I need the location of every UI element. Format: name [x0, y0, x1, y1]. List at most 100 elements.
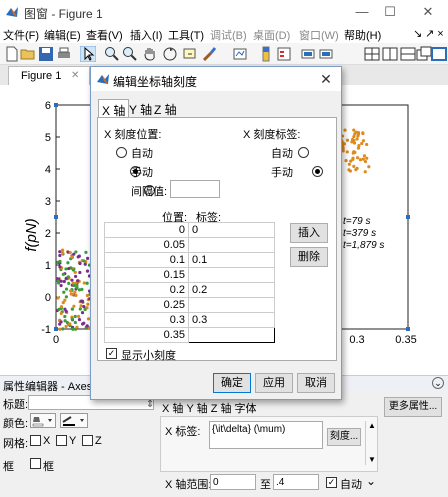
- tick-row[interactable]: 0.25: [104, 297, 275, 313]
- menu-edit[interactable]: 编辑(E): [44, 27, 81, 43]
- tick-label-cell[interactable]: [188, 327, 275, 343]
- tick-position-cell[interactable]: 0.15: [104, 267, 189, 283]
- x-label-input[interactable]: {\it\delta} (\mum): [209, 421, 323, 449]
- window-close-button[interactable]: ✕: [414, 2, 442, 22]
- label-manual-radio[interactable]: [312, 165, 324, 177]
- more-properties-button[interactable]: 更多属性...: [384, 397, 442, 417]
- delete-button[interactable]: 删除: [290, 247, 328, 267]
- position-auto-radio[interactable]: [116, 146, 127, 158]
- fill-color-picker[interactable]: [30, 413, 56, 428]
- tick-row[interactable]: 0.3 0.3: [104, 312, 275, 328]
- tick-row[interactable]: 0.35: [104, 327, 275, 343]
- auto-range-checkbox[interactable]: ✓: [326, 477, 337, 488]
- scatter-point: [58, 259, 62, 263]
- zoom-in-icon[interactable]: [104, 46, 120, 62]
- apply-button[interactable]: 应用: [255, 373, 293, 393]
- scatter-point: [80, 310, 85, 315]
- ok-button[interactable]: 确定: [213, 373, 251, 393]
- figure-tab[interactable]: Figure 1 ✕: [8, 66, 90, 85]
- tick-position-cell[interactable]: 0.1: [104, 252, 189, 268]
- menu-window[interactable]: 窗口(W): [299, 27, 339, 43]
- tick-position-cell[interactable]: 0.05: [104, 237, 189, 253]
- edit-plot-pointer-icon[interactable]: [80, 46, 96, 62]
- minimize-button[interactable]: —: [348, 2, 376, 22]
- link-plot-icon[interactable]: [232, 46, 248, 62]
- axis-tabs[interactable]: X 轴 Y 轴 Z 轴 字体: [162, 400, 257, 416]
- auto-range-dropdown-icon[interactable]: ⌄: [366, 474, 376, 488]
- x-range-min-input[interactable]: [210, 474, 256, 490]
- cancel-button[interactable]: 取消: [297, 373, 335, 393]
- menu-desktop[interactable]: 桌面(D): [253, 27, 290, 43]
- tick-position-cell[interactable]: 0.2: [104, 282, 189, 298]
- tab-z-axis[interactable]: Z 轴: [151, 99, 180, 117]
- menu-help[interactable]: 帮助(H): [344, 27, 381, 43]
- scatter-point: [63, 307, 67, 311]
- print-icon[interactable]: [56, 46, 72, 62]
- tick-label-cell[interactable]: 0.3: [188, 312, 275, 328]
- x-range-max-input[interactable]: [273, 474, 319, 490]
- tile-layout-icon[interactable]: [364, 46, 380, 62]
- brush-icon[interactable]: [202, 46, 218, 62]
- show-minor-ticks-checkbox[interactable]: ✓: [106, 348, 117, 359]
- tick-row[interactable]: 00: [104, 222, 275, 238]
- tick-label-cell[interactable]: [188, 237, 275, 253]
- open-folder-icon[interactable]: [20, 46, 36, 62]
- tick-label-cell[interactable]: [188, 297, 275, 313]
- grid-y-checkbox[interactable]: [56, 435, 67, 446]
- splitter-handle-icon[interactable]: ⇕: [146, 399, 154, 410]
- tick-position-cell[interactable]: 0.35: [104, 327, 189, 343]
- menu-insert[interactable]: 插入(I): [130, 27, 162, 43]
- scroll-up-icon[interactable]: ▲: [368, 421, 376, 430]
- left-right-layout-icon[interactable]: [382, 46, 398, 62]
- insert-button[interactable]: 插入: [290, 223, 328, 243]
- scatter-point: [354, 168, 358, 172]
- scrollbar[interactable]: ▲ ▼: [365, 421, 377, 465]
- maximize-layout-icon[interactable]: [431, 46, 447, 62]
- menu-view[interactable]: 查看(V): [86, 27, 123, 43]
- tick-position-cell[interactable]: 0.3: [104, 312, 189, 328]
- tick-label-cell[interactable]: 0.1: [188, 252, 275, 268]
- tab-x-axis[interactable]: X 轴: [98, 99, 130, 118]
- scroll-down-icon[interactable]: ▼: [368, 455, 376, 464]
- pan-hand-icon[interactable]: [142, 46, 158, 62]
- save-icon[interactable]: [38, 46, 54, 62]
- hide-plot-tools-icon[interactable]: [300, 46, 316, 62]
- box-checkbox[interactable]: [30, 458, 41, 469]
- tick-row[interactable]: 0.05: [104, 237, 275, 253]
- tick-row[interactable]: 0.2 0.2: [104, 282, 275, 298]
- zoom-out-icon[interactable]: [122, 46, 138, 62]
- tick-label-cell[interactable]: [188, 267, 275, 283]
- tick-position-cell[interactable]: 0: [104, 222, 189, 238]
- rotate-3d-icon[interactable]: [162, 46, 178, 62]
- insert-colorbar-icon[interactable]: [258, 46, 274, 62]
- label-auto-radio[interactable]: [298, 146, 310, 158]
- ticks-button[interactable]: 刻度...: [327, 428, 361, 446]
- maximize-button[interactable]: ☐: [376, 2, 404, 22]
- grid-x-checkbox[interactable]: [30, 435, 41, 446]
- dock-arrow-icon[interactable]: ↘: [413, 27, 422, 40]
- figure-tab-close-icon[interactable]: ✕: [71, 70, 79, 81]
- menu-debug[interactable]: 调试(B): [210, 27, 247, 43]
- insert-legend-icon[interactable]: [276, 46, 292, 62]
- dialog-close-button[interactable]: ✕: [317, 70, 335, 88]
- show-minor-ticks-label: 显示小刻度: [121, 350, 176, 362]
- float-layout-icon[interactable]: [416, 46, 432, 62]
- tick-row[interactable]: 0.1 0.1: [104, 252, 275, 268]
- menu-file[interactable]: 文件(F): [3, 27, 39, 43]
- grid-z-checkbox[interactable]: [82, 435, 93, 446]
- tick-position-cell[interactable]: 0.25: [104, 297, 189, 313]
- undock-icon[interactable]: ↗ ×: [425, 27, 444, 40]
- scatter-point: [82, 281, 86, 285]
- tick-label-cell[interactable]: 0.2: [188, 282, 275, 298]
- collapse-icon[interactable]: ⌄: [432, 377, 444, 389]
- edge-color-picker[interactable]: [60, 413, 88, 428]
- y-tick-label: 1: [45, 260, 51, 272]
- data-cursor-icon[interactable]: [182, 46, 198, 62]
- menu-tools[interactable]: 工具(T): [168, 27, 204, 43]
- top-bottom-layout-icon[interactable]: [400, 46, 416, 62]
- tick-row[interactable]: 0.15: [104, 267, 275, 283]
- interval-input[interactable]: [170, 180, 220, 198]
- tick-label-cell[interactable]: 0: [188, 222, 275, 238]
- show-plot-tools-icon[interactable]: [318, 46, 334, 62]
- new-file-icon[interactable]: [4, 46, 20, 62]
